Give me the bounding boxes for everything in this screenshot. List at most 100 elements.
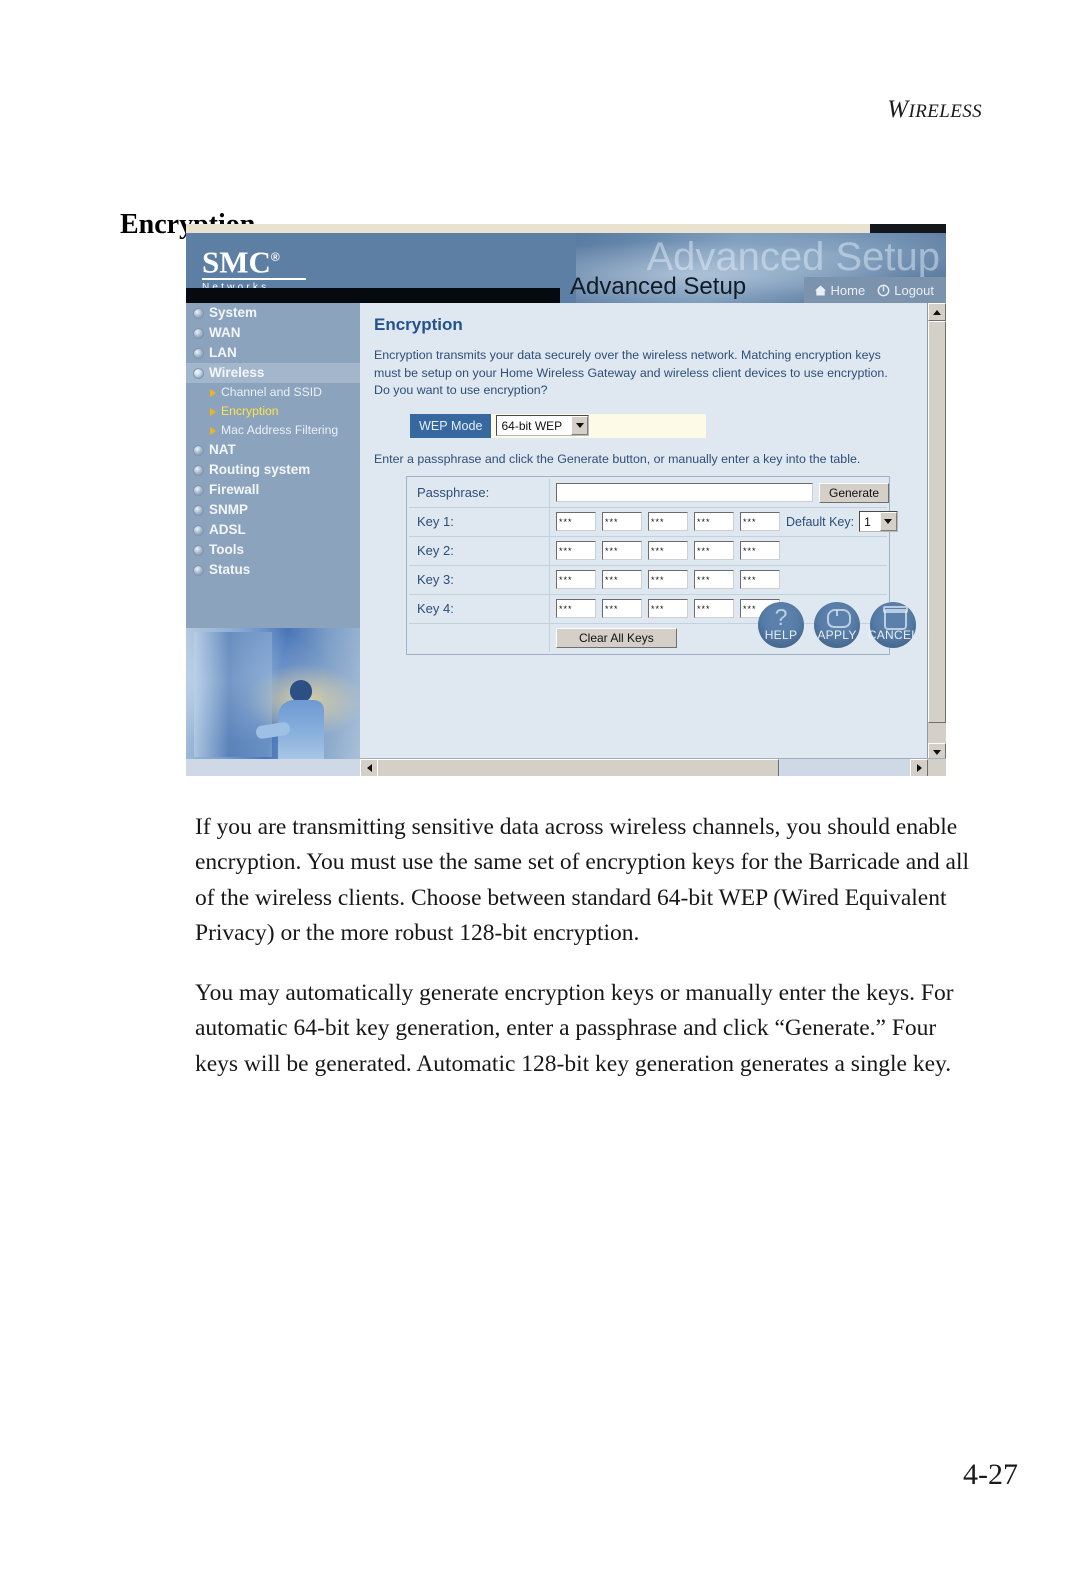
home-icon [814,284,827,297]
key-4-label: Key 4: [409,594,550,623]
sidebar-item-label: Wireless [209,365,265,380]
chevron-right-icon [210,407,216,416]
chevron-right-icon [210,388,216,397]
key-2-field-5[interactable]: *** [740,541,780,560]
sidebar-item-wan[interactable]: WAN [186,323,360,343]
passphrase-input[interactable] [556,483,813,502]
horizontal-scrollbar[interactable] [360,758,946,776]
bullet-icon [193,564,204,576]
table-row-passphrase: Passphrase: Generate [409,478,890,508]
sidebar-item-tools[interactable]: Tools [186,540,360,560]
banner-black-bar [186,288,560,303]
sidebar-item-lan[interactable]: LAN [186,343,360,363]
home-link[interactable]: Home [814,282,866,298]
key-2-label: Key 2: [409,536,550,565]
clear-all-keys-button[interactable]: Clear All Keys [556,627,677,648]
running-header-rest: IRELESS [908,101,982,122]
sidebar-item-label: Tools [209,542,244,557]
scroll-left-icon[interactable] [360,759,378,776]
body-paragraph-1: If you are transmitting sensitive data a… [195,813,969,947]
mouse-icon [827,609,851,628]
key-4-field-2[interactable]: *** [602,599,642,618]
key-3-field-5[interactable]: *** [740,570,780,589]
help-button-label: HELP [764,628,798,642]
key-2-field-3[interactable]: *** [648,541,688,560]
cancel-button[interactable]: CANCEL [868,602,918,648]
sidebar-item-label: ADSL [209,522,246,537]
sidebar-item-nat[interactable]: NAT [186,440,360,460]
sidebar-item-system[interactable]: System [186,303,360,323]
key-2-field-1[interactable]: *** [556,541,596,560]
sidebar-item-wireless[interactable]: Wireless [186,363,360,383]
registered-trademark-icon: ® [270,250,280,264]
table-row-key3: Key 3: *** *** *** *** *** [409,565,887,595]
sidebar-item-label: SNMP [209,502,249,517]
key-1-field-1[interactable]: *** [556,512,596,531]
bullet-icon [193,504,204,516]
scroll-right-icon[interactable] [910,759,928,776]
key-2-field-4[interactable]: *** [694,541,734,560]
sidebar-subitem-mac-address-filtering[interactable]: Mac Address Filtering [186,421,360,440]
key-1-field-2[interactable]: *** [602,512,642,531]
key-4-field-4[interactable]: *** [694,599,734,618]
logout-label: Logout [894,282,934,298]
wep-mode-select[interactable]: 64-bit WEP [496,415,590,436]
key-4-field-1[interactable]: *** [556,599,596,618]
sidebar-subitem-encryption[interactable]: Encryption [186,402,360,421]
sidebar-item-label: Firewall [209,482,260,497]
wep-mode-field: 64-bit WEP [491,413,706,438]
sidebar-subitem-label: Mac Address Filtering [221,423,339,437]
sidebar-item-snmp[interactable]: SNMP [186,500,360,520]
passphrase-label: Passphrase: [409,478,550,507]
logout-link[interactable]: Logout [877,283,934,298]
sidebar-item-label: NAT [209,442,236,457]
sidebar-item-adsl[interactable]: ADSL [186,520,360,540]
key-2-field-2[interactable]: *** [602,541,642,560]
vertical-scrollbar[interactable] [927,303,946,761]
running-header-cap: W [887,96,909,123]
bullet-icon [193,524,204,536]
wep-mode-row: WEP Mode 64-bit WEP [410,413,706,438]
key-3-label: Key 3: [409,565,550,594]
apply-button-label: APPLY [817,628,857,642]
scrollbar-left-filler [186,759,360,776]
trash-can-icon [883,606,908,630]
help-button[interactable]: ? HELP [758,602,804,648]
router-ui-screenshot: Advanced Setup SMC® Networks Advanced Se… [186,224,946,776]
key-3-field-1[interactable]: *** [556,570,596,589]
sidebar-item-label: Routing system [209,462,311,477]
sidebar-item-label: LAN [209,345,237,360]
sidebar-item-status[interactable]: Status [186,560,360,580]
sidebar-item-label: System [209,305,258,320]
question-mark-icon: ? [774,604,788,630]
key-4-field-3[interactable]: *** [648,599,688,618]
clear-all-spacer [409,623,550,652]
default-key-label: Default Key: [786,514,855,529]
sidebar-subitem-channel-and-ssid[interactable]: Channel and SSID [186,383,360,402]
chevron-down-icon[interactable] [879,512,897,531]
table-row-key2: Key 2: *** *** *** *** *** [409,536,887,566]
wep-mode-value: 64-bit WEP [501,418,563,433]
logo-text: SMC [202,244,271,280]
banner-actions: Home Logout [803,277,946,303]
default-key-select[interactable]: 1 [859,511,898,532]
generate-button[interactable]: Generate [819,482,890,503]
key-1-field-4[interactable]: *** [694,512,734,531]
key-1-field-5[interactable]: *** [740,512,780,531]
key-3-field-4[interactable]: *** [694,570,734,589]
sidebar-item-firewall[interactable]: Firewall [186,480,360,500]
vertical-scrollbar-thumb[interactable] [928,321,946,723]
bullet-icon [193,327,204,339]
key-3-field-3[interactable]: *** [648,570,688,589]
key-1-field-3[interactable]: *** [648,512,688,531]
sidebar-subitem-label: Encryption [221,404,279,418]
chevron-down-icon[interactable] [571,416,589,435]
sidebar-item-routing-system[interactable]: Routing system [186,460,360,480]
scroll-up-icon[interactable] [928,303,946,321]
bullet-icon [193,367,204,379]
key-3-field-2[interactable]: *** [602,570,642,589]
horizontal-scrollbar-thumb[interactable] [377,759,779,776]
body-paragraph-2: You may automatically generate encryptio… [195,979,954,1077]
apply-button[interactable]: APPLY [814,602,860,648]
home-label: Home [830,282,866,298]
